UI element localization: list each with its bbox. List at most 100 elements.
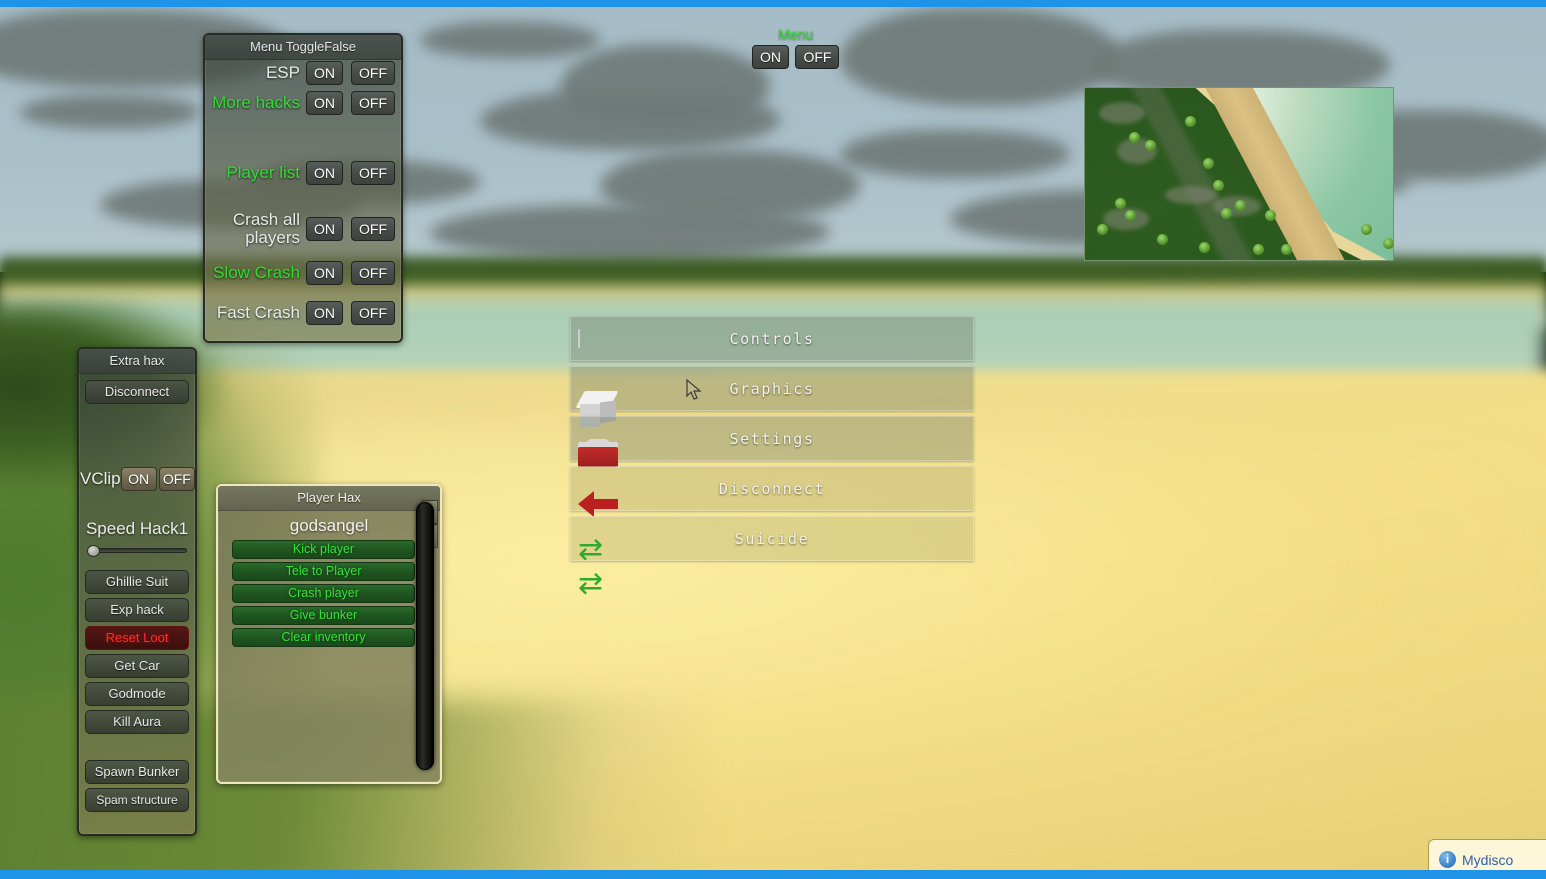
panel-title: Menu ToggleFalse <box>205 35 401 60</box>
selected-player-name: godsangel <box>289 516 369 535</box>
browser-top-bar <box>0 0 1546 7</box>
slow-crash-off-button[interactable]: OFF <box>351 261 395 285</box>
spawn-bunker-button[interactable]: Spawn Bunker <box>85 760 189 784</box>
extra-hax-button-group-1: Ghillie Suit Exp hack Reset Loot Get Car… <box>79 570 195 738</box>
menu-toggle-caption: Menu <box>778 26 814 42</box>
esp-on-button[interactable]: ON <box>306 61 343 85</box>
menu-item-suicide[interactable]: ⇄ ⇄ Suicide <box>570 516 974 600</box>
kick-player-button[interactable]: Kick player <box>232 540 415 559</box>
exp-hack-button[interactable]: Exp hack <box>85 598 189 622</box>
minimap-rock <box>1099 102 1145 124</box>
kill-aura-button[interactable]: Kill Aura <box>85 710 189 734</box>
toggle-label-esp: ESP <box>265 63 300 83</box>
minimap-tree <box>1115 198 1126 209</box>
menu-toggle-panel: Menu ToggleFalse ESP ON OFF More hacks O… <box>203 33 403 343</box>
menu-item-label: Controls <box>729 329 815 348</box>
cloud <box>840 8 1120 106</box>
info-icon: i <box>1439 851 1456 868</box>
extra-hax-button-group-2: Spawn Bunker Spam structure <box>79 760 195 816</box>
menu-item-label: Settings <box>729 429 815 448</box>
spam-structure-button[interactable]: Spam structure <box>85 788 189 812</box>
toggle-label-fast-crash: Fast Crash <box>216 303 300 323</box>
game-pause-menu: Controls Graphics Settings Disconnect ⇄ ⇄ <box>570 316 974 600</box>
minimap-tree <box>1213 180 1224 191</box>
minimap-tree <box>1221 208 1232 219</box>
speed-hack-label: Speed Hack1 <box>85 519 189 538</box>
slider-track[interactable] <box>87 548 187 553</box>
minimap-tree <box>1203 158 1214 169</box>
keyboard-icon <box>578 328 580 348</box>
menu-item-label: Disconnect <box>718 479 826 498</box>
minimap-tree <box>1253 244 1264 255</box>
menu-item-label: Graphics <box>729 379 815 398</box>
minimap-tree <box>1383 238 1393 249</box>
minimap-tree <box>1125 210 1136 221</box>
esp-off-button[interactable]: OFF <box>351 61 395 85</box>
crash-player-button[interactable]: Crash player <box>232 584 415 603</box>
toggle-row-crash-all-players: Crash all players ON OFF <box>205 211 401 247</box>
minimap-tree <box>1235 200 1246 211</box>
player-list-scrollbar[interactable]: ∧ ∨ <box>416 500 438 772</box>
notification-popup[interactable]: i Mydisco <box>1428 839 1546 870</box>
toggle-label-player-list: Player list <box>226 163 300 183</box>
crash-all-players-off-button[interactable]: OFF <box>351 216 395 241</box>
minimap-rock <box>1165 186 1217 204</box>
cloud <box>840 130 1070 178</box>
minimap-tree <box>1281 244 1292 255</box>
cloud <box>20 95 200 129</box>
more-hacks-on-button[interactable]: ON <box>306 91 343 115</box>
menu-on-button[interactable]: ON <box>752 45 789 69</box>
minimap-tree <box>1129 132 1140 143</box>
disconnect-button[interactable]: Disconnect <box>85 380 189 404</box>
menu-off-button[interactable]: OFF <box>795 45 840 69</box>
extra-hax-panel: Extra hax Disconnect VClip ON OFF Speed … <box>77 347 197 836</box>
browser-bottom-bar <box>0 870 1546 879</box>
speed-hack-block: Speed Hack1 <box>79 519 195 557</box>
scrollbar-thumb[interactable] <box>416 502 434 770</box>
menu-toggle-buttons: ON OFF <box>752 45 840 69</box>
menu-item-controls[interactable]: Controls <box>570 316 974 361</box>
toggle-label-slow-crash: Slow Crash <box>213 263 300 283</box>
slider-thumb[interactable] <box>87 545 100 557</box>
godmode-button[interactable]: Godmode <box>85 682 189 706</box>
toggle-row-more-hacks: More hacks ON OFF <box>205 91 401 115</box>
cloud <box>480 90 780 150</box>
menu-item-graphics[interactable]: Graphics <box>570 366 974 427</box>
fast-crash-off-button[interactable]: OFF <box>351 301 395 325</box>
menu-item-disconnect[interactable]: Disconnect <box>570 466 974 517</box>
game-screen: Menu ToggleFalse ESP ON OFF More hacks O… <box>0 0 1546 879</box>
panel-title: Extra hax <box>79 349 195 374</box>
toggle-label-more-hacks: More hacks <box>212 93 300 113</box>
vclip-row: VClip ON OFF <box>79 467 195 491</box>
toggle-label-crash-all-players: Crash all players <box>232 210 300 247</box>
reset-loot-button[interactable]: Reset Loot <box>85 626 189 650</box>
vclip-off-button[interactable]: OFF <box>158 467 195 491</box>
menu-item-label: Suicide <box>734 529 810 548</box>
minimap-tree <box>1145 140 1156 151</box>
minimap <box>1084 87 1394 261</box>
player-list-on-button[interactable]: ON <box>306 161 343 185</box>
toggle-row-slow-crash: Slow Crash ON OFF <box>205 261 401 285</box>
tele-to-player-button[interactable]: Tele to Player <box>232 562 415 581</box>
vclip-on-button[interactable]: ON <box>120 467 157 491</box>
toggle-row-esp: ESP ON OFF <box>205 61 401 85</box>
menu-floating-toggle: Menu ON OFF <box>752 26 840 69</box>
minimap-tree <box>1097 224 1108 235</box>
menu-item-settings[interactable]: Settings <box>570 416 974 467</box>
get-car-button[interactable]: Get Car <box>85 654 189 678</box>
fast-crash-on-button[interactable]: ON <box>306 301 343 325</box>
notification-text: Mydisco <box>1462 852 1514 868</box>
more-hacks-off-button[interactable]: OFF <box>351 91 395 115</box>
cloud <box>420 22 600 58</box>
minimap-tree <box>1157 234 1168 245</box>
ghillie-suit-button[interactable]: Ghillie Suit <box>85 570 189 594</box>
speed-hack-slider[interactable] <box>87 545 187 557</box>
slow-crash-on-button[interactable]: ON <box>306 261 343 285</box>
clear-inventory-button[interactable]: Clear inventory <box>232 628 415 647</box>
minimap-tree <box>1185 116 1196 127</box>
give-bunker-button[interactable]: Give bunker <box>232 606 415 625</box>
minimap-tree <box>1199 242 1210 253</box>
vclip-label: VClip <box>80 469 121 488</box>
crash-all-players-on-button[interactable]: ON <box>306 216 343 241</box>
player-list-off-button[interactable]: OFF <box>351 161 395 185</box>
